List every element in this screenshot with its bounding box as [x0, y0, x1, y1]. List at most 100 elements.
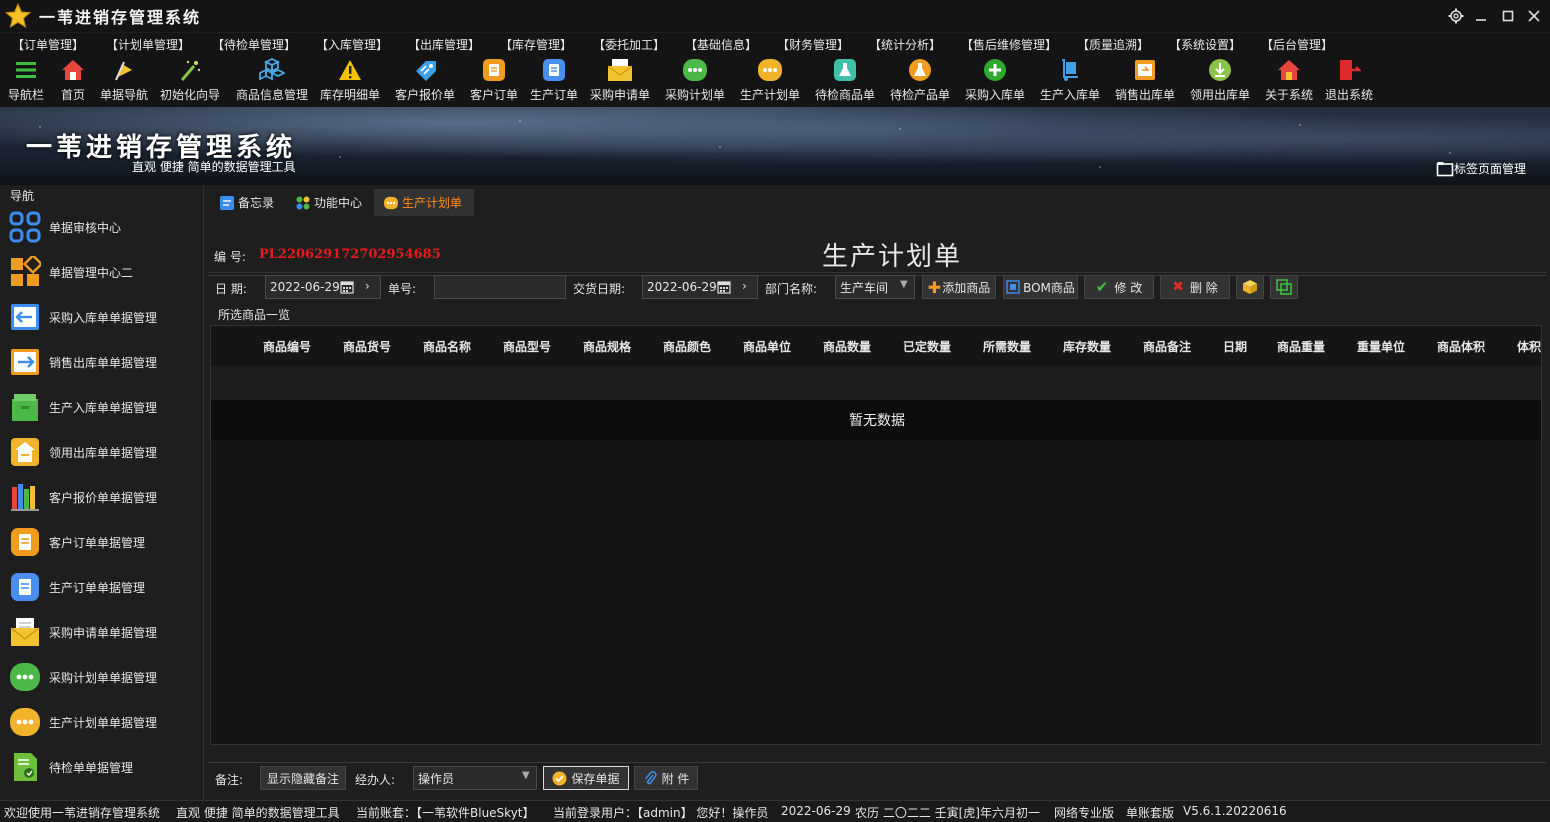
package-button[interactable]	[1236, 275, 1264, 299]
bom-icon	[1006, 280, 1020, 294]
column-header[interactable]: 商品备注	[1143, 338, 1191, 355]
nav-item-production-plan[interactable]: 生产计划单单据管理	[8, 702, 198, 742]
menu-inspection[interactable]: 【待检单管理】	[212, 36, 296, 53]
tool-purchase-in[interactable]: 采购入库单	[965, 57, 1025, 103]
menu-inbound[interactable]: 【入库管理】	[316, 36, 388, 53]
check-circle-icon	[552, 771, 567, 785]
attachment-button[interactable]: 附 件	[634, 766, 698, 790]
menu-quality-trace[interactable]: 【质量追溯】	[1077, 36, 1149, 53]
tool-doc-nav[interactable]: 单据导航	[100, 57, 148, 103]
nav-item-customer-order[interactable]: 客户订单单据管理	[8, 522, 198, 562]
menu-statistics[interactable]: 【统计分析】	[869, 36, 941, 53]
column-header[interactable]: 体积	[1517, 338, 1541, 355]
dept-select[interactable]: 生产车间 ▼	[835, 275, 915, 299]
column-header[interactable]: 商品体积	[1437, 338, 1485, 355]
column-header[interactable]: 商品重量	[1277, 338, 1325, 355]
nav-item-purchase-request[interactable]: 采购申请单单据管理	[8, 612, 198, 652]
column-header[interactable]: 商品型号	[503, 338, 551, 355]
nav-item-production-in[interactable]: 生产入库单单据管理	[8, 387, 198, 427]
tab-function-center[interactable]: 功能中心	[286, 189, 374, 216]
menu-system-settings[interactable]: 【系统设置】	[1169, 36, 1241, 53]
handler-select[interactable]: 操作员 ▼	[413, 766, 537, 790]
tool-pending-product[interactable]: 待检产品单	[890, 57, 950, 103]
add-product-button[interactable]: ✚ 添加商品	[922, 275, 996, 299]
nav-item-doc-center-2[interactable]: 单据管理中心二	[8, 252, 198, 292]
tool-about[interactable]: 关于系统	[1265, 57, 1313, 103]
nav-item-requisition-out[interactable]: 领用出库单单据管理	[8, 432, 198, 472]
date-picker[interactable]: 2022-06-29 ›	[265, 275, 381, 299]
column-header[interactable]: 商品颜色	[663, 338, 711, 355]
tool-product-info[interactable]: 商品信息管理	[236, 57, 308, 103]
close-icon[interactable]	[1523, 5, 1545, 27]
tool-home[interactable]: 首页	[60, 57, 86, 103]
column-header[interactable]: 商品单位	[743, 338, 791, 355]
products-table[interactable]: 商品编号 商品货号 商品名称 商品型号 商品规格 商品颜色 商品单位 商品数量 …	[210, 325, 1542, 745]
chevron-right-icon[interactable]: ›	[742, 279, 747, 293]
nav-item-customer-quote[interactable]: 客户报价单单据管理	[8, 477, 198, 517]
grid-circles-icon	[8, 210, 42, 244]
blue-doc-icon	[8, 570, 42, 604]
menu-outbound[interactable]: 【出库管理】	[408, 36, 480, 53]
menu-outsourcing[interactable]: 【委托加工】	[593, 36, 665, 53]
doc-no-input[interactable]	[434, 275, 566, 299]
menu-backend[interactable]: 【后台管理】	[1261, 36, 1333, 53]
tool-exit[interactable]: 退出系统	[1325, 57, 1373, 103]
green-box-icon	[8, 390, 42, 424]
code-label: 编 号:	[214, 250, 246, 264]
settings-gear-icon[interactable]	[1445, 5, 1467, 27]
column-header[interactable]: 重量单位	[1357, 338, 1405, 355]
tab-manage-button[interactable]: 标签页面管理	[1436, 160, 1526, 177]
nav-item-production-order[interactable]: 生产订单单据管理	[8, 567, 198, 607]
menu-order[interactable]: 【订单管理】	[12, 36, 84, 53]
nav-item-sales-out[interactable]: 销售出库单单据管理	[8, 342, 198, 382]
tool-customer-order[interactable]: 客户订单	[470, 57, 518, 103]
tool-purchase-request[interactable]: 采购申请单	[590, 57, 650, 103]
column-header[interactable]: 商品规格	[583, 338, 631, 355]
minimize-icon[interactable]	[1470, 5, 1492, 27]
column-header[interactable]: 所需数量	[983, 338, 1031, 355]
tool-production-in[interactable]: 生产入库单	[1040, 57, 1100, 103]
tool-init-wizard[interactable]: 初始化向导	[160, 57, 220, 103]
save-button[interactable]: 保存单据	[543, 766, 629, 790]
nav-item-audit-center[interactable]: 单据审核中心	[8, 207, 198, 247]
nav-item-inspection[interactable]: 待检单单据管理	[8, 747, 198, 787]
tool-nav-bar[interactable]: 导航栏	[8, 57, 44, 103]
tool-purchase-plan[interactable]: 采购计划单	[665, 57, 725, 103]
tab-production-plan[interactable]: 生产计划单	[374, 189, 475, 216]
delivery-date-label: 交货日期:	[573, 282, 626, 296]
column-header[interactable]: 库存数量	[1063, 338, 1111, 355]
edit-button[interactable]: ✔ 修 改	[1084, 275, 1154, 299]
column-header[interactable]: 商品货号	[343, 338, 391, 355]
blue-doc-icon	[541, 57, 567, 83]
column-header[interactable]: 商品编号	[263, 338, 311, 355]
nav-item-purchase-in[interactable]: 采购入库单单据管理	[8, 297, 198, 337]
tool-pending-goods[interactable]: 待检商品单	[815, 57, 875, 103]
menu-basic-info[interactable]: 【基础信息】	[685, 36, 757, 53]
tool-stock-detail[interactable]: 库存明细单	[320, 57, 380, 103]
column-header[interactable]: 已定数量	[903, 338, 951, 355]
handler-label: 经办人:	[355, 773, 396, 787]
menu-plan[interactable]: 【计划单管理】	[106, 36, 190, 53]
tool-customer-quote[interactable]: 客户报价单	[395, 57, 455, 103]
column-header[interactable]: 商品名称	[423, 338, 471, 355]
tool-production-order[interactable]: 生产订单	[530, 57, 578, 103]
app-window: 一苇进销存管理系统 【订单管理】 【计划单管理】 【待检单管理】 【入库管理】 …	[0, 0, 1550, 822]
menu-inventory[interactable]: 【库存管理】	[500, 36, 572, 53]
menu-after-sales[interactable]: 【售后维修管理】	[961, 36, 1057, 53]
nav-item-purchase-plan[interactable]: 采购计划单单据管理	[8, 657, 198, 697]
delivery-date-picker[interactable]: 2022-06-29 ›	[642, 275, 758, 299]
tool-sales-out[interactable]: 销售出库单	[1115, 57, 1175, 103]
tool-requisition-out[interactable]: 领用出库单	[1190, 57, 1250, 103]
paperclip-icon	[644, 770, 657, 784]
tool-production-plan[interactable]: 生产计划单	[740, 57, 800, 103]
delete-button[interactable]: ✖ 删 除	[1160, 275, 1230, 299]
menu-finance[interactable]: 【财务管理】	[777, 36, 849, 53]
toggle-remark-button[interactable]: 显示隐藏备注	[260, 766, 346, 790]
tab-memo[interactable]: 备忘录	[210, 189, 286, 216]
column-header[interactable]: 日期	[1223, 338, 1247, 355]
column-header[interactable]: 商品数量	[823, 338, 871, 355]
maximize-icon[interactable]	[1497, 5, 1519, 27]
copy-button[interactable]	[1270, 275, 1298, 299]
chevron-right-icon[interactable]: ›	[365, 279, 370, 293]
bom-product-button[interactable]: BOM商品	[1003, 275, 1078, 299]
